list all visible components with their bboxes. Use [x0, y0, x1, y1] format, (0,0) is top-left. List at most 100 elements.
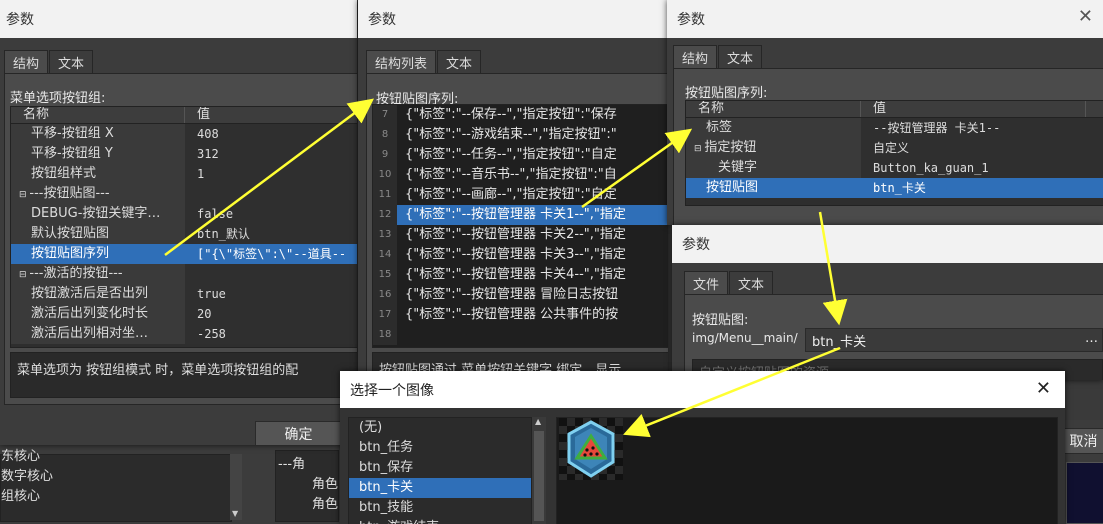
property-value[interactable]: ["{\"标签\":\"--道具-- [185, 244, 357, 264]
image-list[interactable]: (无)btn_任务btn_保存btn_卡关btn_技能btn_游戏结束 [348, 417, 532, 524]
code-line[interactable]: 12 {"标签":"--按钮管理器 卡关1--","指定 [373, 205, 668, 225]
property-row[interactable]: 默认按钮贴图 btn_默认 [11, 224, 357, 244]
code-line[interactable]: 7 {"标签":"--保存--","指定按钮":"保存 [373, 105, 668, 125]
watermelon-icon [567, 420, 615, 478]
column-header-name[interactable]: 名称 [686, 101, 861, 117]
column-header-value[interactable]: 值 [185, 107, 357, 123]
property-row[interactable]: 按钮激活后是否出列 true [11, 284, 357, 304]
bg-scrollbar[interactable]: ▼ [230, 454, 242, 520]
property-row[interactable]: ⊟ ---激活的按钮--- [11, 264, 357, 284]
background-list-middle: ---角 角色 角色 [275, 450, 339, 522]
collapse-icon[interactable]: ⊟ [694, 144, 704, 154]
bg-item: 角色 [312, 497, 339, 512]
code-list[interactable]: 7 {"标签":"--保存--","指定按钮":"保存 8 {"标签":"--游戏结束… [372, 104, 668, 348]
tab-text[interactable]: 文本 [718, 45, 763, 68]
column-header-value[interactable]: 值 [861, 101, 1086, 117]
tab-structure[interactable]: 结构 [673, 45, 718, 68]
code-line[interactable]: 13 {"标签":"--按钮管理器 卡关2--","指定 [373, 225, 668, 245]
property-row[interactable]: DEBUG-按钮关键字… false [11, 204, 357, 224]
column-header-name[interactable]: 名称 [11, 107, 185, 123]
image-list-item[interactable]: (无) [349, 418, 531, 438]
property-row[interactable]: ⊟ ---按钮贴图--- [11, 184, 357, 204]
property-name: 平移-按钮组 Y [11, 144, 185, 164]
tab-text[interactable]: 文本 [49, 50, 94, 73]
property-value[interactable]: -258 [185, 324, 357, 344]
property-value[interactable]: false [185, 204, 357, 224]
property-row[interactable]: 标签 --按钮管理器 卡关1-- [686, 118, 1103, 138]
file-select-field[interactable]: btn_卡关 … [805, 328, 1103, 352]
property-row[interactable]: 激活后出列相对坐… -258 [11, 324, 357, 344]
property-value[interactable]: 408 [185, 124, 357, 144]
property-row[interactable]: 按钮贴图序列 ["{\"标签\":\"--道具-- [11, 244, 357, 264]
property-value[interactable]: 20 [185, 304, 357, 324]
params-window-list: 参数 结构列表 文本 按钮贴图序列: 7 {"标签":"--保存--","指定按钮… [358, 0, 668, 378]
line-text: {"标签":"--游戏结束--","指定按钮":" [405, 127, 617, 142]
property-name: ⊟ ---激活的按钮--- [11, 264, 185, 284]
property-value[interactable]: --按钮管理器 卡关1-- [861, 118, 1103, 138]
property-value[interactable]: 1 [185, 164, 357, 184]
property-value[interactable]: btn_默认 [185, 224, 357, 244]
property-row[interactable]: 平移-按钮组 Y 312 [11, 144, 357, 164]
code-line[interactable]: 15 {"标签":"--按钮管理器 卡关4--","指定 [373, 265, 668, 285]
scroll-down-icon[interactable]: ▼ [232, 509, 238, 518]
watermelon-button-thumbnail[interactable] [559, 418, 623, 480]
line-text: {"标签":"--按钮管理器 卡关4--","指定 [405, 267, 626, 282]
line-text: {"标签":"--音乐书--","指定按钮":"自 [405, 167, 617, 182]
image-list-item[interactable]: btn_卡关 [349, 478, 531, 498]
property-name: 按钮贴图 [686, 178, 861, 198]
image-list-item[interactable]: btn_技能 [349, 498, 531, 518]
code-line[interactable]: 14 {"标签":"--按钮管理器 卡关3--","指定 [373, 245, 668, 265]
property-name-text: 关键字 [718, 160, 758, 175]
line-number: 18 [373, 325, 397, 345]
property-name-text: 标签 [706, 120, 733, 135]
property-value[interactable]: Button_ka_guan_1 [861, 158, 1103, 178]
property-row[interactable]: 按钮贴图 btn_卡关 [686, 178, 1103, 198]
property-row[interactable]: ⊟ 指定按钮 自定义 [686, 138, 1103, 158]
browse-button[interactable]: … [1085, 331, 1098, 346]
scroll-thumb[interactable] [534, 431, 544, 521]
code-line[interactable]: 8 {"标签":"--游戏结束--","指定按钮":" [373, 125, 668, 145]
image-preview-pane [556, 417, 1058, 524]
property-value[interactable]: 自定义 [861, 138, 1103, 158]
property-row[interactable]: 关键字 Button_ka_guan_1 [686, 158, 1103, 178]
property-name-text: 按钮贴图 [706, 180, 759, 195]
tab-structure-list[interactable]: 结构列表 [366, 50, 437, 73]
property-value[interactable]: btn_卡关 [861, 178, 1103, 198]
code-line[interactable]: 16 {"标签":"--按钮管理器 冒险日志按钮 [373, 285, 668, 305]
image-list-item[interactable]: btn_保存 [349, 458, 531, 478]
cancel-button[interactable]: 取消 [1062, 428, 1103, 454]
title-bar: 参数 [672, 225, 1103, 263]
scroll-up-icon[interactable]: ▲ [535, 417, 541, 426]
property-row[interactable]: 平移-按钮组 X 408 [11, 124, 357, 144]
window-title: 参数 [682, 237, 710, 253]
property-value[interactable]: true [185, 284, 357, 304]
property-name-text: 按钮激活后是否出列 [31, 286, 149, 301]
image-list-item[interactable]: btn_游戏结束 [349, 518, 531, 524]
tab-structure[interactable]: 结构 [4, 50, 49, 73]
property-value[interactable] [185, 184, 357, 204]
code-line[interactable]: 10 {"标签":"--音乐书--","指定按钮":"自 [373, 165, 668, 185]
property-value[interactable]: 312 [185, 144, 357, 164]
collapse-icon[interactable]: ⊟ [19, 270, 29, 280]
code-line[interactable]: 18 [373, 325, 668, 345]
tab-text[interactable]: 文本 [437, 50, 482, 73]
close-icon[interactable]: ✕ [1078, 6, 1093, 27]
image-list-item[interactable]: btn_任务 [349, 438, 531, 458]
code-line[interactable]: 17 {"标签":"--按钮管理器 公共事件的按 [373, 305, 668, 325]
collapse-icon[interactable]: ⊟ [19, 190, 29, 200]
property-value[interactable] [185, 264, 357, 284]
property-row[interactable]: 激活后出列变化时长 20 [11, 304, 357, 324]
tab-text[interactable]: 文本 [729, 271, 774, 294]
property-row[interactable]: 按钮组样式 1 [11, 164, 357, 184]
line-number: 14 [373, 245, 397, 265]
ok-button[interactable]: 确定 [255, 421, 342, 445]
code-line[interactable]: 9 {"标签":"--任务--","指定按钮":"自定 [373, 145, 668, 165]
property-name-text: 激活后出列变化时长 [31, 306, 149, 321]
line-number: 8 [373, 125, 397, 145]
close-icon[interactable]: ✕ [1036, 378, 1051, 399]
code-line[interactable]: 11 {"标签":"--画廊--","指定按钮":"自定 [373, 185, 668, 205]
bg-item: 东核心 [1, 449, 41, 464]
tab-file[interactable]: 文件 [684, 271, 729, 294]
image-list-scrollbar[interactable]: ▲ [532, 417, 546, 524]
line-number: 9 [373, 145, 397, 165]
